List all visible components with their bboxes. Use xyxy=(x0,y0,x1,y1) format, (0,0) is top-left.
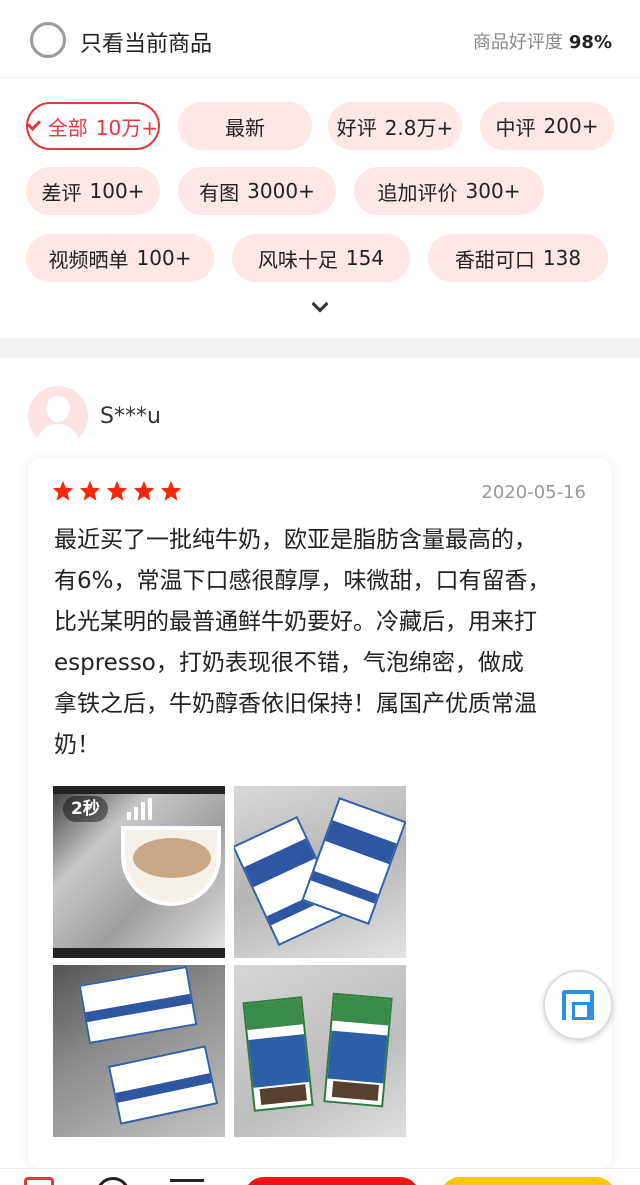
tag-label: 最新 xyxy=(225,115,265,140)
chat-icon[interactable] xyxy=(96,1177,130,1185)
tag-positive[interactable]: 好评 2.8万+ xyxy=(328,102,462,150)
tag-label: 差评 xyxy=(41,180,82,205)
tag-count: 154 xyxy=(345,246,385,270)
qa-floating-button[interactable] xyxy=(543,970,613,1040)
tag-count: 138 xyxy=(542,246,582,270)
review-item: S***u 2020-05-16 最近买了一批纯牛奶，欧亚是脂肪含量最高的， 有… xyxy=(0,358,640,1168)
avatar xyxy=(28,386,88,446)
rating-value: 98% xyxy=(568,32,612,53)
tag-flavorful[interactable]: 风味十足 154 xyxy=(232,234,410,282)
review-text-line: 奶！ xyxy=(54,732,100,758)
check-icon xyxy=(26,116,41,131)
tag-neutral[interactable]: 中评 200+ xyxy=(480,102,614,150)
tag-label: 全部 xyxy=(47,115,88,140)
tag-count: 200+ xyxy=(543,114,599,138)
tag-label: 有图 xyxy=(199,180,240,205)
tag-followup[interactable]: 追加评价 300+ xyxy=(354,167,544,215)
review-video-thumbnail[interactable]: 2秒 xyxy=(53,786,225,958)
tag-negative[interactable]: 差评 100+ xyxy=(26,167,160,215)
tag-label: 风味十足 xyxy=(257,247,338,272)
review-card[interactable]: 2020-05-16 最近买了一批纯牛奶，欧亚是脂肪含量最高的， 有6%，常温下… xyxy=(28,458,612,1168)
review-photo[interactable] xyxy=(234,786,406,958)
rating-label: 商品好评度 xyxy=(472,32,563,53)
milk-carton-image xyxy=(301,797,406,925)
review-text-line: 拿铁之后，牛奶醇香依旧保持！属国产优质常温 xyxy=(54,691,537,717)
tag-label: 香甜可口 xyxy=(454,247,535,272)
review-text-line: 比光某明的最普通鲜牛奶要好。冷藏后，用来打 xyxy=(54,609,537,635)
tag-label: 视频晒单 xyxy=(48,247,129,272)
review-photo[interactable] xyxy=(53,965,225,1137)
milk-carton-image xyxy=(107,1045,219,1125)
buy-now-button[interactable] xyxy=(440,1177,616,1185)
review-date: 2020-05-16 xyxy=(481,482,586,503)
tag-count: 100+ xyxy=(89,179,145,203)
tag-with-images[interactable]: 有图 3000+ xyxy=(178,167,336,215)
milk-carton-image xyxy=(78,965,198,1045)
tag-sweet[interactable]: 香甜可口 138 xyxy=(428,234,608,282)
bottom-action-bar xyxy=(0,1168,640,1185)
tag-count: 300+ xyxy=(465,179,521,203)
rating-summary: 商品好评度 98% xyxy=(473,28,612,54)
star-icon xyxy=(133,480,155,501)
tag-latest[interactable]: 最新 xyxy=(178,102,312,150)
tag-label: 好评 xyxy=(336,115,377,140)
question-icon xyxy=(562,990,594,1020)
star-icon xyxy=(160,480,182,501)
star-rating xyxy=(52,480,187,502)
review-text-line: 有6%，常温下口感很醇厚，味微甜，口有留香， xyxy=(54,568,551,594)
review-text: 最近买了一批纯牛奶，欧亚是脂肪含量最高的， 有6%，常温下口感很醇厚，味微甜，口… xyxy=(54,520,588,766)
chevron-down-icon[interactable] xyxy=(308,295,332,318)
star-icon xyxy=(106,480,128,501)
review-tag-filters: 全部 10万+ 最新 好评 2.8万+ 中评 200+ 差评 100+ 有图 3000+ … xyxy=(0,78,640,338)
add-to-cart-button[interactable] xyxy=(244,1177,420,1185)
tag-count: 10万+ xyxy=(95,115,158,140)
only-current-label[interactable]: 只看当前商品 xyxy=(80,26,212,58)
milk-carton-image xyxy=(323,992,393,1108)
tag-count: 2.8万+ xyxy=(384,115,454,140)
tag-count: 100+ xyxy=(136,246,192,270)
video-duration-badge: 2秒 xyxy=(63,796,108,822)
review-photo[interactable] xyxy=(234,965,406,1137)
cart-icon[interactable] xyxy=(170,1179,204,1185)
review-username: S***u xyxy=(100,404,161,429)
tag-label: 追加评价 xyxy=(377,180,458,205)
star-icon xyxy=(79,480,101,501)
milk-carton-image xyxy=(242,996,314,1112)
filter-bar: 只看当前商品 商品好评度 98% xyxy=(0,0,640,78)
tag-count: 3000+ xyxy=(247,179,315,203)
signal-bars-icon xyxy=(127,798,153,820)
review-text-line: 最近买了一批纯牛奶，欧亚是脂肪含量最高的， xyxy=(54,527,537,553)
star-icon xyxy=(52,480,74,501)
tag-all[interactable]: 全部 10万+ xyxy=(26,102,160,150)
tag-video[interactable]: 视频晒单 100+ xyxy=(26,234,214,282)
only-current-radio[interactable] xyxy=(30,22,66,58)
latte-cup-image xyxy=(121,826,221,906)
tag-label: 中评 xyxy=(495,115,536,140)
review-text-line: espresso，打奶表现很不错，气泡绵密，做成 xyxy=(54,650,524,676)
store-icon[interactable] xyxy=(24,1177,54,1185)
